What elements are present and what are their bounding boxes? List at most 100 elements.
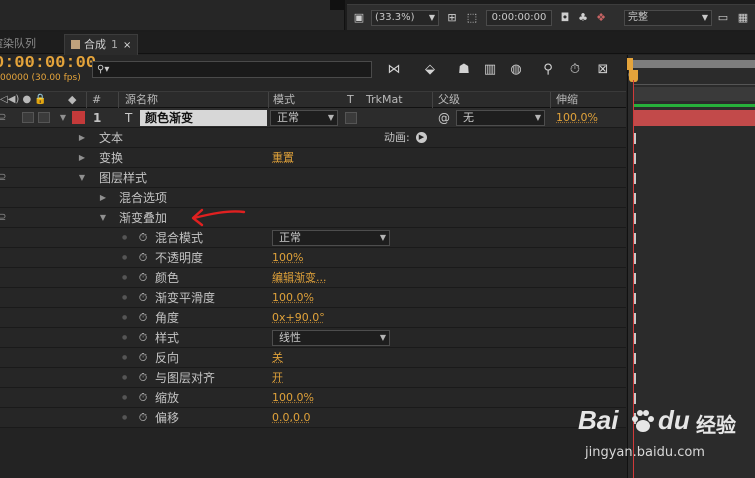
keyframe-marker[interactable] <box>634 173 636 184</box>
property-value[interactable]: 0.0,0.0 <box>272 408 310 428</box>
keyframe-marker[interactable] <box>634 233 636 244</box>
solo-switch-icon[interactable]: ⊇ <box>0 108 6 128</box>
monitor-icon[interactable]: ▣ <box>351 10 367 26</box>
stretch-value[interactable]: 100.0% <box>556 108 598 128</box>
stopwatch-icon[interactable]: ⏱ <box>137 248 149 268</box>
tab-render-queue[interactable]: 渲染队列 <box>0 34 40 54</box>
stopwatch-icon[interactable]: ⏱ <box>137 348 149 368</box>
lock-switch[interactable] <box>22 112 34 123</box>
property-row-blending-options[interactable]: ▶ 混合选项 <box>0 188 626 208</box>
stopwatch-icon[interactable]: ⏱ <box>137 288 149 308</box>
region-of-interest-icon[interactable]: ⬚ <box>464 10 480 26</box>
property-value[interactable]: 关 <box>272 348 283 368</box>
shy-layers-icon[interactable]: ☗ <box>454 60 474 80</box>
layer-name[interactable]: 颜色渐变 <box>140 110 267 126</box>
twirl-open-icon[interactable]: ▼ <box>58 108 68 128</box>
auto-keyframe-icon[interactable]: ⏱ <box>565 60 585 80</box>
keyframe-marker[interactable] <box>634 353 636 364</box>
work-area-start-handle[interactable] <box>627 58 633 70</box>
gradient-property-row[interactable]: ● ⏱ 混合模式 正常 ▼ <box>0 228 626 248</box>
gradient-property-row[interactable]: ● ⏱ 颜色 编辑渐变... <box>0 268 626 288</box>
color-channels-icon[interactable]: ❖ <box>593 10 609 26</box>
stopwatch-icon[interactable]: ⏱ <box>137 368 149 388</box>
stopwatch-icon[interactable]: ⏱ <box>137 388 149 408</box>
av-switches-icons[interactable]: ◁◀) ● 🔒 <box>0 91 47 108</box>
solo-switch-icon[interactable]: ⊇ <box>0 208 6 228</box>
twirl-open-icon[interactable]: ▼ <box>77 168 87 188</box>
gradient-property-row[interactable]: ● ⏱ 渐变平滑度 100.0% <box>0 288 626 308</box>
keyframe-marker[interactable] <box>634 333 636 344</box>
twirl-closed-icon[interactable]: ▶ <box>98 188 108 208</box>
layer-duration-bar[interactable] <box>633 110 755 126</box>
resolution-dropdown[interactable]: 完整 ▼ <box>624 10 712 26</box>
current-timecode[interactable]: 0:00:00:00 <box>0 54 96 73</box>
fit-frame-icon[interactable]: ⊞ <box>444 10 460 26</box>
scrollbar-handle[interactable] <box>330 0 344 10</box>
gradient-property-row[interactable]: ● ⏱ 角度 0x+90.0° <box>0 308 626 328</box>
keyframe-marker[interactable] <box>634 193 636 204</box>
keyframe-marker[interactable] <box>634 133 636 144</box>
transparency-grid-icon[interactable]: ▦ <box>735 10 751 26</box>
graph-editor-icon[interactable]: ⊠ <box>593 60 613 80</box>
parent-dropdown[interactable]: 无 ▼ <box>456 110 545 126</box>
property-value[interactable]: 100.0% <box>272 288 314 308</box>
tab-comp-1[interactable]: 合成 1 × <box>64 34 138 55</box>
property-row-layer-styles[interactable]: ⊇ ▼ 图层样式 <box>0 168 626 188</box>
property-row-transform[interactable]: ▶ 变换 重置 <box>0 148 626 168</box>
property-value[interactable]: 100.0% <box>272 388 314 408</box>
property-value[interactable]: 100% <box>272 248 303 268</box>
stopwatch-icon[interactable]: ⏱ <box>137 408 149 428</box>
close-icon[interactable]: × <box>123 40 131 51</box>
keyframe-marker[interactable] <box>634 253 636 264</box>
gradient-property-row[interactable]: ● ⏱ 偏移 0.0,0.0 <box>0 408 626 428</box>
layer-search-input[interactable]: ⚲▾ <box>92 61 372 78</box>
solo-switch-icon[interactable]: ⊇ <box>0 168 6 188</box>
animate-menu-icon[interactable]: ▶ <box>416 132 427 143</box>
region-toggle-icon[interactable]: ▭ <box>715 10 731 26</box>
property-dropdown[interactable]: 正常 ▼ <box>272 230 390 246</box>
stopwatch-icon[interactable]: ⏱ <box>137 308 149 328</box>
twirl-open-icon[interactable]: ▼ <box>98 208 108 228</box>
keyframe-marker[interactable] <box>634 153 636 164</box>
gradient-property-row[interactable]: ● ⏱ 缩放 100.0% <box>0 388 626 408</box>
transform-reset-link[interactable]: 重置 <box>272 148 294 168</box>
property-row-gradient-overlay[interactable]: ⊇ ▼ 渐变叠加 <box>0 208 626 228</box>
property-value[interactable]: 开 <box>272 368 283 388</box>
keyframe-marker[interactable] <box>634 313 636 324</box>
camera-icon[interactable]: ◘ <box>557 10 573 26</box>
pick-whip-icon[interactable]: @ <box>436 110 452 126</box>
preserve-transparency-checkbox[interactable] <box>345 112 357 124</box>
viewer-timecode[interactable]: 0:00:00:00 <box>486 10 552 26</box>
zoom-dropdown[interactable]: (33.3%) ▼ <box>371 10 439 26</box>
gradient-property-row[interactable]: ● ⏱ 样式 线性 ▼ <box>0 328 626 348</box>
brainstorm-icon[interactable]: ⚲ <box>538 60 558 80</box>
property-row-text[interactable]: ▶ 文本 动画: ▶ <box>0 128 626 148</box>
property-value[interactable]: 编辑渐变... <box>272 268 327 288</box>
column-source-name[interactable]: 源名称 <box>125 91 158 108</box>
work-area-bar[interactable] <box>632 60 755 68</box>
show-snapshot-icon[interactable]: ♣ <box>575 10 591 26</box>
twirl-closed-icon[interactable]: ▶ <box>77 148 87 168</box>
label-tag-icon[interactable]: ◆ <box>68 91 76 108</box>
gradient-property-row[interactable]: ● ⏱ 反向 关 <box>0 348 626 368</box>
layer-label-color[interactable] <box>72 111 85 124</box>
stopwatch-icon[interactable]: ⏱ <box>137 228 149 248</box>
keyframe-marker[interactable] <box>634 273 636 284</box>
stopwatch-icon[interactable]: ⏱ <box>137 268 149 288</box>
motion-blur-icon[interactable]: ◍ <box>506 60 526 80</box>
stopwatch-icon[interactable]: ⏱ <box>137 328 149 348</box>
twirl-closed-icon[interactable]: ▶ <box>77 128 87 148</box>
layer-mode-dropdown[interactable]: 正常 ▼ <box>270 110 338 126</box>
draft-3d-icon[interactable]: ⬙ <box>420 60 440 80</box>
gradient-property-row[interactable]: ● ⏱ 与图层对齐 开 <box>0 368 626 388</box>
keyframe-marker[interactable] <box>634 213 636 224</box>
keyframe-marker[interactable] <box>634 373 636 384</box>
property-value[interactable]: 0x+90.0° <box>272 308 325 328</box>
property-dropdown[interactable]: 线性 ▼ <box>272 330 390 346</box>
gradient-property-row[interactable]: ● ⏱ 不透明度 100% <box>0 248 626 268</box>
label-switch[interactable] <box>38 112 50 123</box>
keyframe-marker[interactable] <box>634 293 636 304</box>
frame-blending-icon[interactable]: ▥ <box>480 60 500 80</box>
layer-row[interactable]: ⊇ ▼ 1 T 颜色渐变 正常 ▼ @ 无 ▼ 100.0% <box>0 108 626 128</box>
comp-mini-flowchart-icon[interactable]: ⋈ <box>384 60 404 80</box>
